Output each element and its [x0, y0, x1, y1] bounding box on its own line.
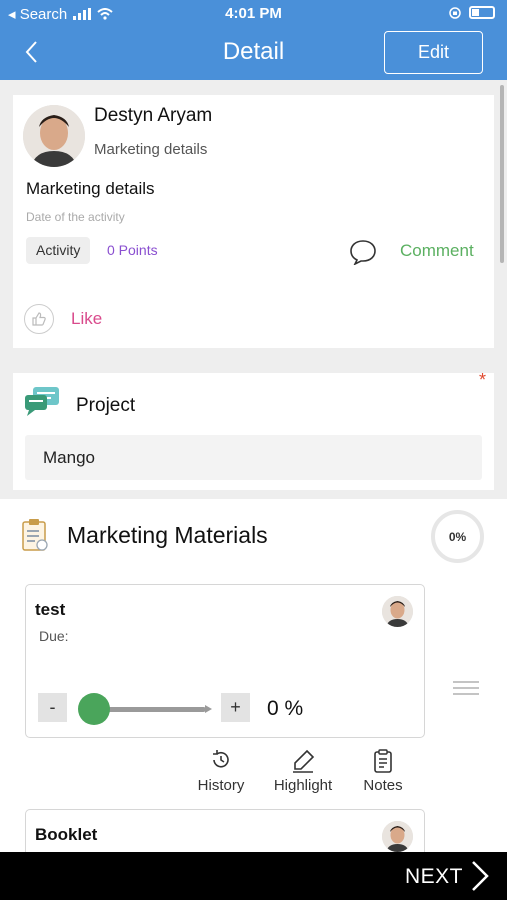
- top-bar: ◂ Search 4:01 PM Detail Edit: [0, 0, 507, 80]
- status-time: 4:01 PM: [225, 5, 282, 22]
- comment-button[interactable]: Comment: [400, 241, 474, 261]
- activity-post-card: Destyn Aryam Marketing details Marketing…: [13, 95, 494, 348]
- project-field[interactable]: Mango: [25, 435, 482, 480]
- bottom-bar: NEXT: [0, 852, 507, 900]
- task-progress-text: 0 %: [267, 697, 304, 720]
- chat-bubbles-icon: [23, 385, 63, 422]
- points-label: 0 Points: [107, 242, 158, 258]
- next-button[interactable]: NEXT: [405, 865, 463, 889]
- highlight-label: Highlight: [273, 777, 333, 794]
- task-card[interactable]: test Due: - + 0 %: [25, 584, 425, 738]
- history-label: History: [197, 777, 245, 794]
- drag-handle-icon[interactable]: [453, 681, 479, 699]
- like-button[interactable]: Like: [71, 309, 102, 329]
- highlight-pen-icon: [268, 749, 338, 773]
- nav-bar: Detail Edit: [0, 28, 507, 80]
- decrease-progress-button[interactable]: -: [38, 693, 67, 722]
- marketing-materials-section: Marketing Materials 0% test Due: - + 0 %…: [0, 499, 507, 869]
- edit-button[interactable]: Edit: [384, 31, 483, 74]
- scrollbar[interactable]: [500, 85, 504, 263]
- activity-date: Date of the activity: [26, 210, 125, 224]
- thumbs-up-icon[interactable]: [24, 304, 54, 334]
- task-name: Booklet: [35, 825, 98, 844]
- history-icon: [193, 749, 249, 773]
- increase-progress-button[interactable]: +: [221, 693, 250, 722]
- avatar[interactable]: [23, 105, 85, 167]
- author-name: Destyn Aryam: [94, 105, 213, 126]
- overall-progress-ring: 0%: [431, 510, 484, 563]
- project-label: Project: [76, 395, 136, 416]
- required-indicator: *: [478, 370, 486, 390]
- activity-badge: Activity: [26, 237, 91, 264]
- post-title: Marketing details: [26, 179, 155, 198]
- avatar: [382, 596, 413, 627]
- avatar: [382, 821, 413, 852]
- status-bar: ◂ Search 4:01 PM: [0, 0, 507, 28]
- clipboard-icon: [21, 518, 49, 557]
- author-subtitle: Marketing details: [94, 141, 208, 158]
- notes-button[interactable]: Notes: [357, 749, 409, 794]
- status-right: [449, 6, 495, 19]
- orientation-lock-icon: [449, 6, 461, 19]
- history-button[interactable]: History: [193, 749, 249, 794]
- next-chevron-icon[interactable]: [470, 860, 490, 897]
- battery-icon: [469, 6, 495, 19]
- task-due: Due:: [39, 628, 69, 644]
- overall-progress-text: 0%: [448, 529, 467, 544]
- project-card: * Project Mango: [13, 370, 494, 490]
- task-name: test: [35, 600, 66, 619]
- comment-icon[interactable]: [349, 239, 377, 270]
- highlight-button[interactable]: Highlight: [268, 749, 338, 794]
- notes-label: Notes: [363, 777, 403, 794]
- notes-icon: [357, 749, 409, 773]
- progress-slider-thumb[interactable]: [78, 693, 110, 725]
- section-title: Marketing Materials: [67, 522, 268, 548]
